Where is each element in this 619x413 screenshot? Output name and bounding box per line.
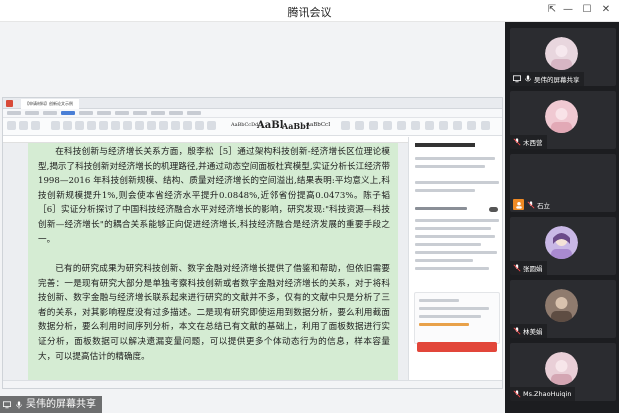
shared-doc-tab: 【申请材料】创新论文示例 <box>21 99 79 109</box>
participant-name: 木西营 <box>523 139 543 147</box>
shared-app-ribbon: AaBbCcDd AaBl AaBbI AaBbCcI <box>3 118 502 136</box>
toggle-icon[interactable] <box>489 207 498 212</box>
participant-name: 吴伟的屏幕共享 <box>534 76 580 84</box>
participant-name: Ms.ZhaoHuiqin <box>523 390 572 398</box>
screen-share-stage: 【申请材料】创新论文示例 AaBbCcDd AaBl AaBbI AaBbCcI <box>0 22 505 413</box>
screen-share-label: 吴伟的屏幕共享 <box>0 396 102 413</box>
avatar <box>545 37 578 70</box>
shared-app-tabbar: 【申请材料】创新论文示例 <box>3 98 502 109</box>
participant-tile[interactable]: 吴伟的屏幕共享 <box>510 28 616 86</box>
avatar <box>513 199 524 210</box>
style-heading3: AaBbCcI <box>306 122 331 128</box>
paragraph-2: 已有的研究成果为研究科技创新、数字金融对经济增长提供了借鉴和帮助，但依旧需要完善… <box>38 264 390 362</box>
avatar <box>545 226 578 259</box>
microphone-muted-icon <box>512 327 521 336</box>
microphone-muted-icon <box>526 201 535 210</box>
participant-name: 林美娟 <box>523 328 543 336</box>
screen-share-label-text: 吴伟的屏幕共享 <box>26 399 96 410</box>
participant-panel[interactable]: 吴伟的屏幕共享 木西营 石立 张圆娟 林美娟 Ms.ZhaoHuiqin <box>505 22 619 413</box>
style-normal: AaBbCcDd <box>231 122 259 128</box>
screen-share-icon <box>512 75 521 84</box>
participant-name: 张圆娟 <box>523 265 543 273</box>
title-bar: 腾讯会议 ⇱ — ☐ ✕ <box>0 0 619 22</box>
shared-document-window: 【申请材料】创新论文示例 AaBbCcDd AaBl AaBbI AaBbCcI <box>2 97 503 389</box>
participant-tile[interactable]: 林美娟 <box>510 280 616 338</box>
pin-icon[interactable]: ⇱ <box>545 4 559 15</box>
document-page: 在科技创新与经济增长关系方面，殷李松［5］通过架构科技创新-经济增长区位理论模型… <box>28 143 398 383</box>
microphone-muted-icon <box>512 138 521 147</box>
avatar <box>545 289 578 322</box>
avatar <box>545 100 578 133</box>
participant-name: 石立 <box>537 202 550 210</box>
microphone-muted-icon <box>512 264 521 273</box>
minimize-button[interactable]: — <box>561 4 575 15</box>
participant-tile[interactable]: 张圆娟 <box>510 217 616 275</box>
participant-tile[interactable]: Ms.ZhaoHuiqin <box>510 343 616 401</box>
side-panel <box>408 137 502 383</box>
paragraph-1: 在科技创新与经济增长关系方面，殷李松［5］通过架构科技创新-经济增长区位理论模型… <box>38 147 390 245</box>
wps-logo-icon <box>6 100 13 107</box>
shared-status-bar <box>3 380 502 388</box>
window-title: 腾讯会议 <box>287 6 332 19</box>
participant-tile[interactable]: 石立 <box>510 154 616 212</box>
microphone-muted-icon <box>512 390 521 399</box>
side-action-button[interactable] <box>417 342 497 352</box>
shared-app-menu <box>3 109 502 118</box>
close-button[interactable]: ✕ <box>599 4 613 15</box>
screen-share-icon <box>2 400 11 409</box>
maximize-button[interactable]: ☐ <box>580 4 594 15</box>
style-heading1: AaBl <box>257 120 284 131</box>
microphone-icon <box>523 75 532 84</box>
side-card <box>414 292 500 344</box>
microphone-icon <box>14 400 23 409</box>
avatar <box>545 352 578 385</box>
participant-tile[interactable]: 木西营 <box>510 91 616 149</box>
